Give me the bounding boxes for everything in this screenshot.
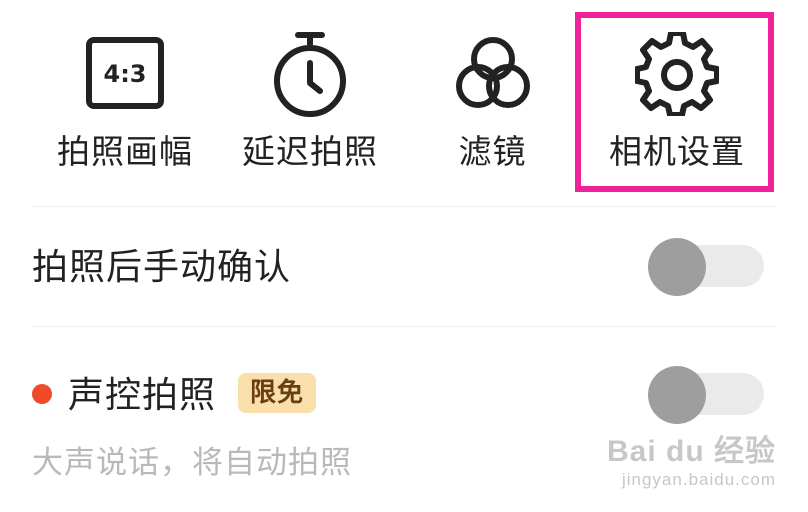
svg-text:4:3: 4:3 (104, 60, 147, 88)
delayed-shot-label: 延迟拍照 (242, 132, 378, 171)
gear-icon (627, 32, 727, 116)
delayed-shot-button[interactable]: 延迟拍照 (225, 0, 395, 200)
manual-confirm-toggle[interactable] (648, 238, 764, 296)
aspect-ratio-label: 拍照画幅 (57, 132, 193, 171)
divider (32, 206, 776, 207)
voice-control-title: 声控拍照 (68, 375, 217, 416)
camera-toolbar: 4:3 拍照画幅 延迟拍照 滤镜 相机设置 (0, 0, 808, 200)
filter-icon (443, 32, 543, 116)
voice-control-subtitle: 大声说话，将自动拍照 (32, 445, 352, 481)
aspect-ratio-icon: 4:3 (75, 32, 175, 116)
filter-button[interactable]: 滤镜 (410, 0, 575, 200)
voice-control-toggle[interactable] (648, 366, 764, 424)
filter-label: 滤镜 (458, 132, 527, 171)
camera-settings-label: 相机设置 (609, 132, 745, 171)
toggle-knob (648, 238, 706, 296)
aspect-ratio-button[interactable]: 4:3 拍照画幅 (40, 0, 210, 200)
divider (32, 326, 776, 327)
free-badge: 限免 (238, 373, 317, 413)
timer-icon (260, 32, 360, 117)
camera-settings-button[interactable]: 相机设置 (592, 0, 762, 200)
new-dot-indicator (32, 384, 52, 404)
toggle-knob (648, 366, 706, 424)
